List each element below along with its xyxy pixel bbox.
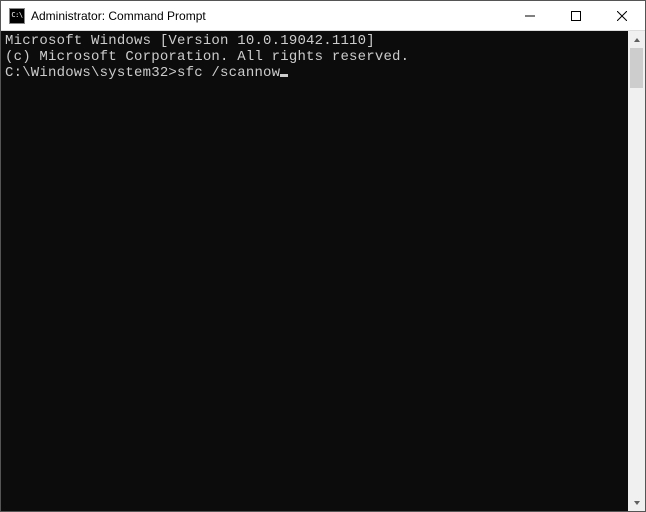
chevron-up-icon <box>633 36 641 44</box>
scrollbar-track[interactable] <box>628 48 645 494</box>
close-icon <box>617 11 627 21</box>
output-line: Microsoft Windows [Version 10.0.19042.11… <box>5 33 628 49</box>
command-input[interactable]: sfc /scannow <box>177 65 280 81</box>
prompt-line: C:\Windows\system32>sfc /scannow <box>5 65 288 81</box>
titlebar[interactable]: C:\ Administrator: Command Prompt <box>1 1 645 31</box>
output-line: (c) Microsoft Corporation. All rights re… <box>5 49 628 65</box>
vertical-scrollbar[interactable] <box>628 31 645 511</box>
maximize-button[interactable] <box>553 1 599 30</box>
prompt-path: C:\Windows\system32> <box>5 65 177 81</box>
terminal-output[interactable]: Microsoft Windows [Version 10.0.19042.11… <box>1 31 628 511</box>
close-button[interactable] <box>599 1 645 30</box>
command-prompt-window: C:\ Administrator: Command Prompt <box>0 0 646 512</box>
maximize-icon <box>571 11 581 21</box>
scrollbar-thumb[interactable] <box>630 48 643 88</box>
window-controls <box>507 1 645 30</box>
text-cursor <box>280 74 288 77</box>
app-icon-text: C:\ <box>11 12 22 19</box>
minimize-icon <box>525 11 535 21</box>
scroll-down-button[interactable] <box>628 494 645 511</box>
chevron-down-icon <box>633 499 641 507</box>
minimize-button[interactable] <box>507 1 553 30</box>
content-area: Microsoft Windows [Version 10.0.19042.11… <box>1 31 645 511</box>
scroll-up-button[interactable] <box>628 31 645 48</box>
app-icon: C:\ <box>9 8 25 24</box>
window-title: Administrator: Command Prompt <box>31 9 206 23</box>
